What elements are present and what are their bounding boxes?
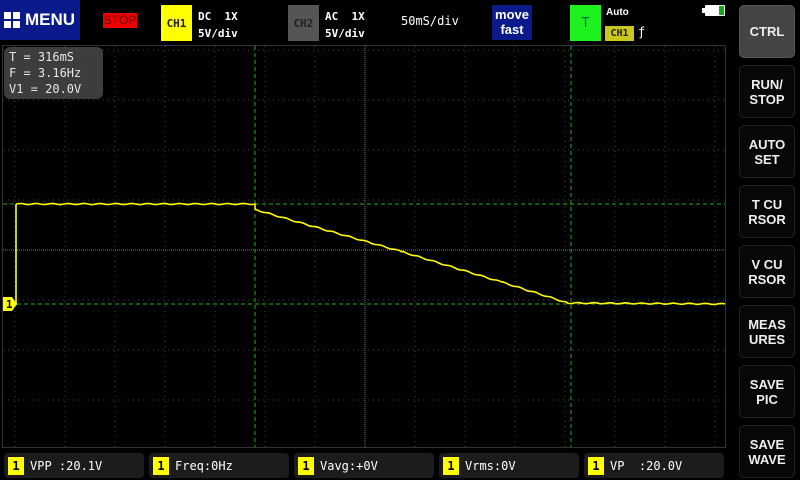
measurement-value: VP :20.0V bbox=[610, 458, 683, 473]
ch2-coupling: AC 1X bbox=[325, 10, 365, 23]
measurement-value: Freq:0Hz bbox=[175, 458, 233, 473]
waveform-display[interactable]: 1 bbox=[2, 45, 726, 448]
menu-label: MENU bbox=[25, 10, 76, 29]
measurement-item[interactable]: 1 Freq:0Hz bbox=[149, 453, 289, 478]
measures-button[interactable]: MEAS URES bbox=[739, 305, 795, 358]
ch2-scale: 5V/div bbox=[325, 27, 365, 40]
measurement-item[interactable]: 1 Vrms:0V bbox=[439, 453, 579, 478]
auto-set-button[interactable]: AUTO SET bbox=[739, 125, 795, 178]
measurement-item[interactable]: 1 Vavg:+0V bbox=[294, 453, 434, 478]
ch1-button[interactable]: CH1 bbox=[161, 5, 192, 41]
measurement-item[interactable]: 1 VPP :20.1V bbox=[4, 453, 144, 478]
ch1-scale: 5V/div bbox=[198, 27, 238, 40]
v-cursor-button[interactable]: V CU RSOR bbox=[739, 245, 795, 298]
period-readout: T = 316mS bbox=[9, 50, 75, 64]
channel-badge: 1 bbox=[443, 456, 459, 475]
trigger-mode: Auto bbox=[606, 7, 629, 18]
grid-icon bbox=[4, 12, 20, 28]
trigger-button[interactable]: T bbox=[570, 5, 601, 41]
measurement-value: Vavg:+0V bbox=[320, 458, 378, 473]
save-pic-button[interactable]: SAVE PIC bbox=[739, 365, 795, 418]
channel-badge: 1 bbox=[8, 456, 24, 475]
run-state-badge[interactable]: STOP bbox=[103, 13, 137, 28]
ctrl-button[interactable]: CTRL bbox=[739, 5, 795, 58]
measurement-value: Vrms:0V bbox=[465, 458, 516, 473]
measurement-value: VPP :20.1V bbox=[30, 458, 103, 473]
ch1-settings[interactable]: DC 1X 5V/div bbox=[198, 8, 238, 42]
measurement-item[interactable]: 1 VP :20.0V bbox=[584, 453, 724, 478]
move-mode-button[interactable]: move fast bbox=[492, 5, 532, 40]
ch1-coupling: DC 1X bbox=[198, 10, 238, 23]
ch1-marker-label: 1 bbox=[6, 298, 13, 311]
rising-edge-icon: ƒ bbox=[638, 25, 646, 39]
channel-badge: 1 bbox=[588, 456, 604, 475]
run-stop-button[interactable]: RUN/ STOP bbox=[739, 65, 795, 118]
ch2-button[interactable]: CH2 bbox=[288, 5, 319, 41]
trigger-source: CH1 bbox=[605, 26, 634, 41]
save-wave-button[interactable]: SAVE WAVE bbox=[739, 425, 795, 478]
timebase[interactable]: 50mS/div bbox=[401, 14, 459, 28]
channel-badge: 1 bbox=[153, 456, 169, 475]
channel-badge: 1 bbox=[298, 456, 314, 475]
v1-readout: V1 = 20.0V bbox=[9, 82, 82, 96]
measurement-info-box: T = 316mS F = 3.16Hz V1 = 20.0V bbox=[4, 47, 103, 99]
ch2-settings[interactable]: AC 1X 5V/div bbox=[325, 8, 365, 42]
t-cursor-button[interactable]: T CU RSOR bbox=[739, 185, 795, 238]
menu-button[interactable]: MENU bbox=[0, 0, 80, 40]
frequency-readout: F = 3.16Hz bbox=[9, 66, 82, 80]
battery-icon bbox=[702, 5, 725, 16]
